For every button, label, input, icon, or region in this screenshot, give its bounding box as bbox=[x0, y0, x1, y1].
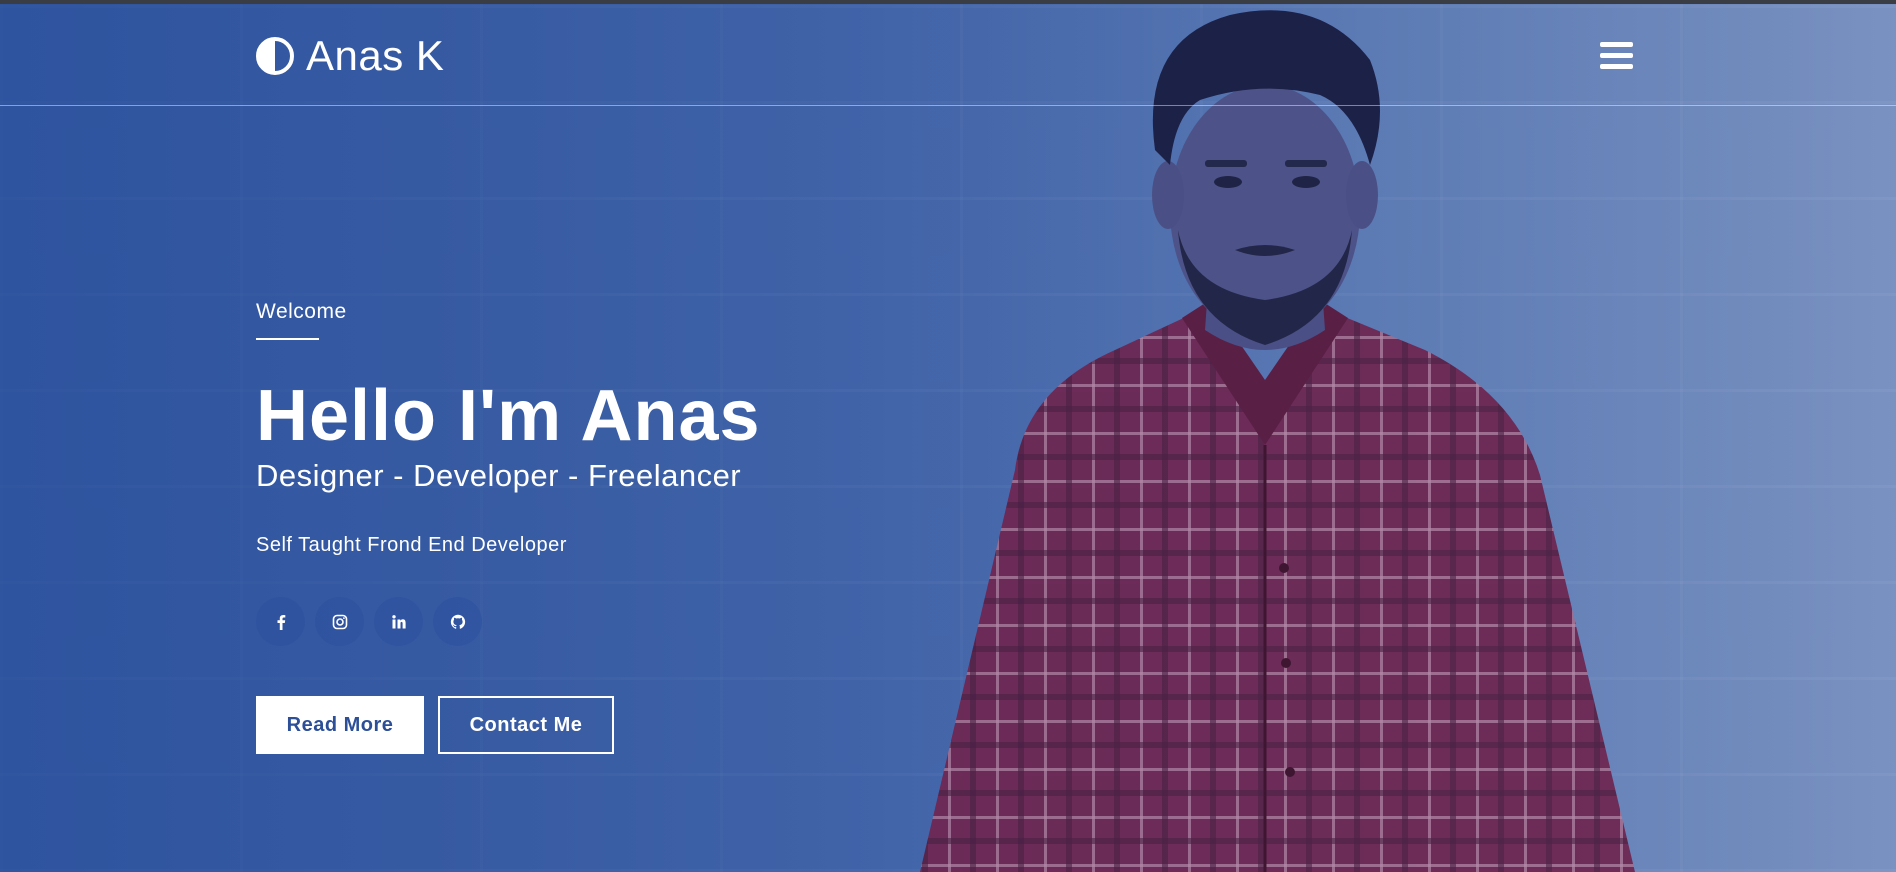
hero-title: Hello I'm Anas bbox=[256, 376, 761, 456]
facebook-link[interactable] bbox=[256, 597, 305, 646]
welcome-underline bbox=[256, 338, 319, 340]
profile-photo bbox=[920, 10, 1635, 872]
instagram-link[interactable] bbox=[315, 597, 364, 646]
facebook-icon bbox=[277, 614, 285, 630]
github-link[interactable] bbox=[433, 597, 482, 646]
linkedin-link[interactable] bbox=[374, 597, 423, 646]
github-icon bbox=[450, 614, 465, 629]
site-header: Anas K bbox=[0, 4, 1896, 106]
hero-actions: Read More Contact Me bbox=[256, 696, 614, 754]
hero-section: Welcome Hello I'm Anas Designer - Develo… bbox=[256, 300, 760, 754]
hero-page: Anas K Welcome Hello I'm Anas Designer -… bbox=[0, 0, 1896, 872]
hero-tagline: Self Taught Frond End Developer bbox=[256, 534, 567, 556]
hero-subtitle: Designer - Developer - Freelancer bbox=[256, 458, 742, 493]
contact-me-button[interactable]: Contact Me bbox=[438, 696, 614, 754]
instagram-icon bbox=[332, 614, 347, 629]
read-more-button[interactable]: Read More bbox=[256, 696, 424, 754]
linkedin-icon bbox=[391, 614, 406, 628]
welcome-label: Welcome bbox=[256, 300, 347, 323]
brand-logo-link[interactable]: Anas K bbox=[256, 32, 444, 80]
social-links bbox=[256, 597, 482, 646]
hamburger-menu-icon[interactable] bbox=[1600, 42, 1634, 72]
brand-name: Anas K bbox=[306, 32, 445, 79]
half-circle-icon bbox=[256, 37, 294, 75]
window-top-strip bbox=[0, 0, 1896, 4]
